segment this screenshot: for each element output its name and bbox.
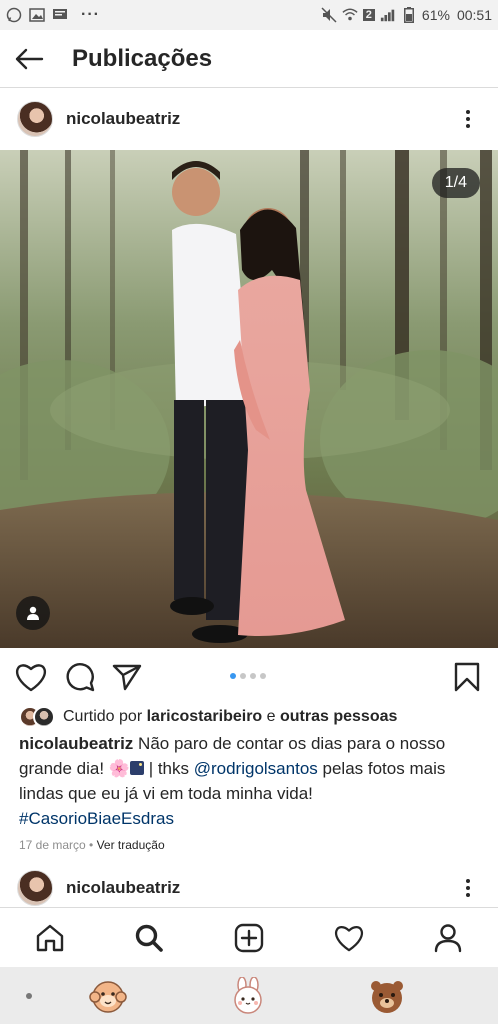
avatar[interactable]	[17, 870, 53, 906]
mute-icon	[321, 7, 337, 23]
heart-icon	[15, 664, 47, 692]
like-button[interactable]	[14, 660, 48, 694]
more-icon	[466, 110, 470, 114]
hashtag-link[interactable]: #CasorioBiaeEsdras	[19, 809, 174, 828]
caption-author[interactable]: nicolaubeatriz	[19, 734, 133, 753]
nav-profile[interactable]	[423, 913, 473, 963]
add-icon	[234, 923, 264, 952]
avatar[interactable]	[17, 101, 53, 137]
next-post-header: nicolaubeatriz	[0, 868, 498, 908]
chat-icon	[52, 7, 68, 23]
more-options-button[interactable]	[460, 876, 476, 900]
bear-sticker-icon[interactable]	[368, 977, 406, 1015]
post-timestamp: 17 de março	[19, 838, 86, 852]
bottom-navigation	[0, 907, 498, 967]
gallery-icon	[29, 7, 45, 23]
more-options-button[interactable]	[460, 107, 476, 131]
couple-photo	[0, 150, 498, 648]
comment-icon	[66, 663, 95, 692]
flower-emoji: 🌸	[108, 759, 130, 778]
comment-button[interactable]	[63, 660, 97, 694]
sim-badge: 2	[362, 9, 375, 21]
nav-activity[interactable]	[324, 913, 374, 963]
send-icon	[112, 664, 142, 691]
battery-icon	[401, 7, 417, 23]
carousel-indicator	[230, 673, 266, 679]
nav-new-post[interactable]	[224, 913, 274, 963]
back-button[interactable]	[0, 30, 58, 88]
clock: 00:51	[456, 7, 492, 23]
home-icon	[36, 924, 63, 951]
save-button[interactable]	[450, 660, 484, 694]
post-header: nicolaubeatriz	[0, 88, 498, 150]
tagged-people-button[interactable]	[16, 596, 50, 630]
post-username[interactable]: nicolaubeatriz	[66, 109, 180, 129]
whatsapp-icon	[6, 7, 22, 23]
liker-username[interactable]: laricostaribeiro	[147, 708, 263, 725]
likes-text: Curtido por laricostaribeiro e outras pe…	[63, 708, 398, 725]
post-meta: 17 de março • Ver tradução	[19, 838, 165, 852]
activity-icon	[334, 925, 363, 951]
post-actions	[0, 650, 498, 704]
wifi-icon	[342, 7, 358, 23]
more-icon	[466, 879, 470, 883]
post-image[interactable]: 1/4	[0, 150, 498, 648]
bookmark-icon	[454, 662, 480, 692]
signal-icon	[380, 7, 396, 23]
monkey-sticker-icon[interactable]	[89, 977, 127, 1015]
search-icon	[136, 924, 164, 952]
post-username[interactable]: nicolaubeatriz	[66, 878, 180, 898]
liker-avatar	[33, 706, 55, 728]
share-button[interactable]	[110, 660, 144, 694]
app-bar: Publicações	[0, 30, 498, 88]
mention-link[interactable]: @rodrigolsantos	[194, 759, 318, 778]
nav-search[interactable]	[124, 913, 174, 963]
translate-link[interactable]: Ver tradução	[97, 838, 165, 852]
bunny-sticker-icon[interactable]	[229, 976, 267, 1015]
night-sky-emoji	[129, 761, 144, 775]
post-caption: nicolaubeatriz Não paro de contar os dia…	[19, 734, 446, 828]
notification-overflow: ···	[81, 6, 100, 23]
likes-others-link[interactable]: outras pessoas	[280, 708, 397, 725]
nav-home[interactable]	[25, 913, 75, 963]
arrow-left-icon	[15, 48, 44, 69]
battery-percent: 61%	[421, 7, 450, 23]
status-bar: ··· 2 61% 00:51	[0, 0, 498, 30]
sticker-bar	[0, 967, 498, 1024]
person-icon	[27, 606, 39, 620]
image-counter-badge: 1/4	[431, 168, 480, 198]
likes-summary[interactable]: Curtido por laricostaribeiro e outras pe…	[19, 704, 482, 730]
profile-icon	[434, 923, 462, 952]
page-dot	[26, 993, 32, 999]
page-title: Publicações	[72, 44, 213, 72]
